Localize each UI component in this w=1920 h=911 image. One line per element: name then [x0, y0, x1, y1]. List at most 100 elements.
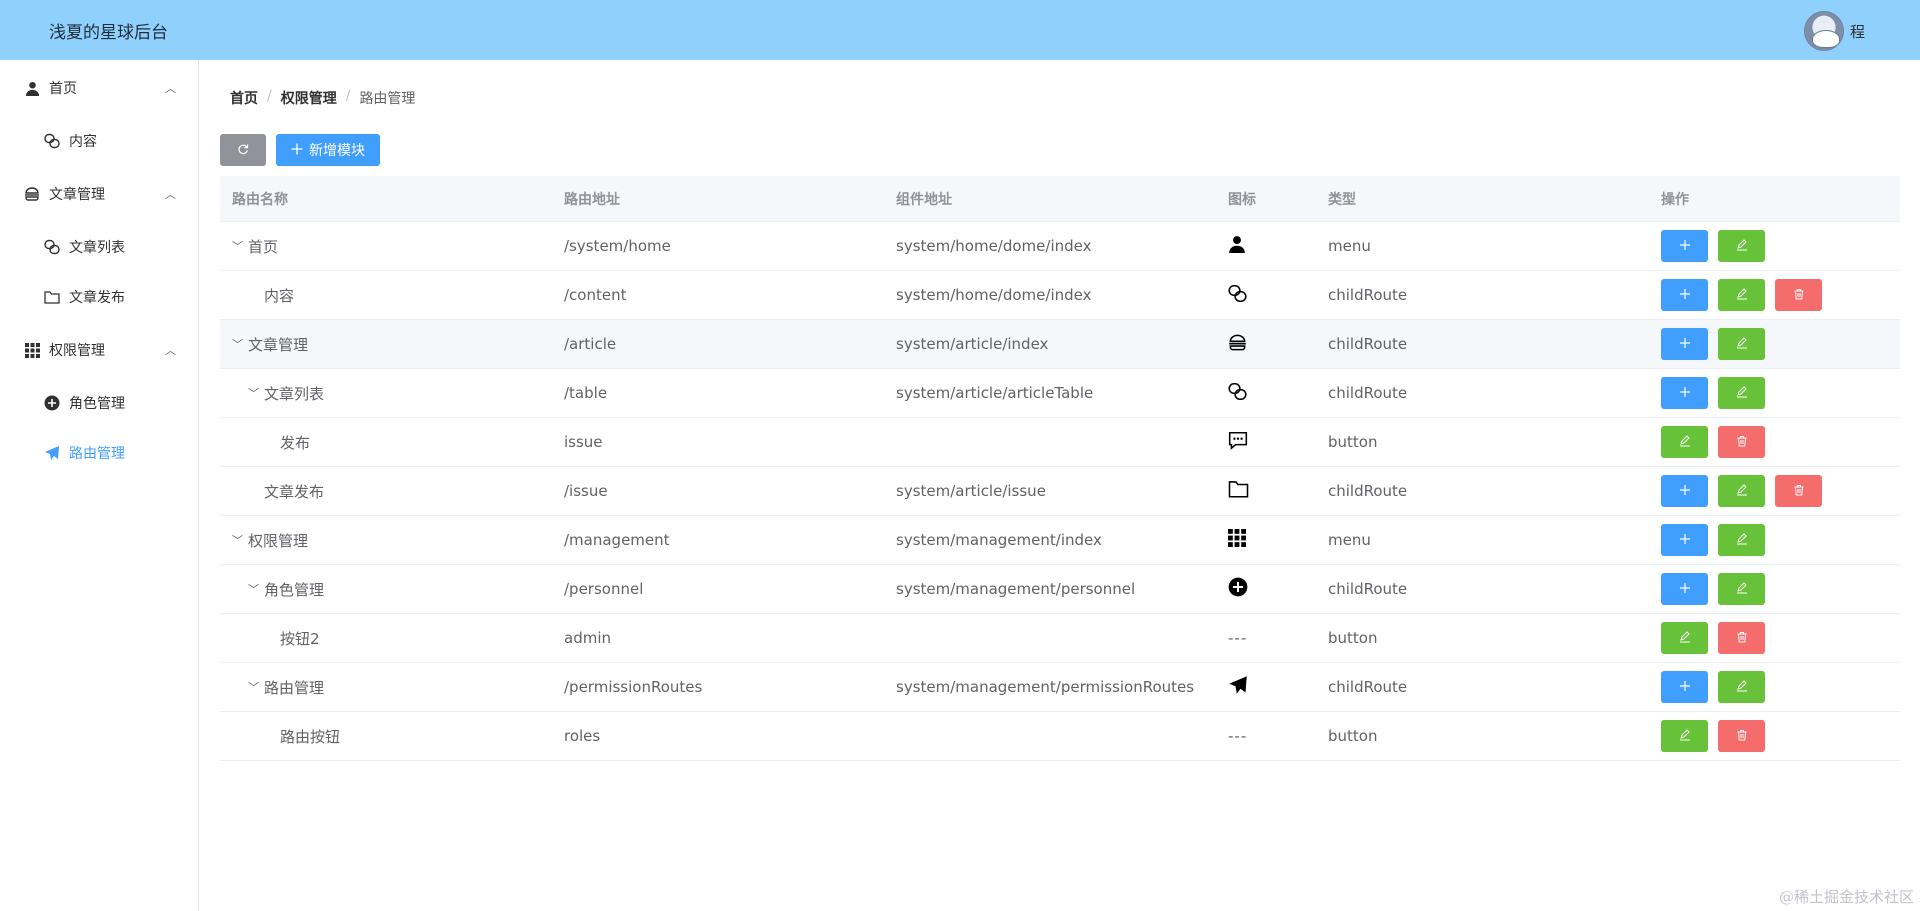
delete-button[interactable]: [1775, 279, 1822, 311]
edit-icon: [1736, 679, 1748, 695]
route-name-cell: 路由按钮: [220, 726, 552, 747]
route-type: button: [1328, 629, 1378, 647]
edit-icon: [1736, 483, 1748, 499]
table-row: 文章发布/issue system/article/issue childRoute: [220, 467, 1900, 516]
expand-icon[interactable]: ﹀: [248, 581, 264, 597]
route-name: 按钮2: [280, 629, 320, 648]
avatar[interactable]: [1803, 11, 1844, 51]
breadcrumb-item[interactable]: 权限管理: [281, 88, 337, 108]
sidebar-group-home[interactable]: 首页 ︿: [0, 63, 199, 113]
sidebar-item-label: 文章发布: [69, 290, 125, 306]
message-icon: [1228, 431, 1248, 454]
delete-icon: [1736, 729, 1748, 744]
add-module-label: 新增模块: [309, 142, 365, 158]
expand-icon[interactable]: ﹀: [232, 238, 248, 254]
add-child-button[interactable]: [1661, 671, 1708, 703]
sidebar-item-routes[interactable]: 路由管理: [0, 428, 199, 478]
edit-button[interactable]: [1718, 279, 1765, 311]
expand-icon[interactable]: ﹀: [232, 532, 248, 548]
component-path: system/article/index: [896, 335, 1049, 353]
column-header: 路由名称: [232, 191, 288, 208]
sidebar-item-content[interactable]: 内容: [0, 116, 199, 166]
toolbar: 新增模块: [220, 134, 380, 166]
delete-button[interactable]: [1718, 720, 1765, 752]
edit-icon: [1736, 581, 1748, 597]
delete-button[interactable]: [1718, 426, 1765, 458]
edit-icon: [1679, 434, 1691, 450]
edit-button[interactable]: [1718, 573, 1765, 605]
table-row: 内容/content system/home/dome/index childRou…: [220, 271, 1900, 320]
actions-cell: [1649, 671, 1900, 703]
route-type: childRoute: [1328, 384, 1408, 402]
route-path: /permissionRoutes: [564, 678, 703, 696]
breadcrumb-item[interactable]: 首页: [230, 88, 258, 108]
route-name-cell: ﹀ 权限管理: [220, 530, 552, 551]
edit-button[interactable]: [1718, 524, 1765, 556]
edit-icon: [1736, 336, 1748, 352]
sidebar-item-label: 路由管理: [69, 446, 125, 462]
user-name[interactable]: 程: [1850, 21, 1865, 42]
component-path: system/home/dome/index: [896, 286, 1092, 304]
sidebar-item-article-publish[interactable]: 文章发布: [0, 272, 199, 322]
route-name-cell: ﹀ 文章管理: [220, 334, 552, 355]
plus-circle-icon: [1228, 577, 1248, 601]
expand-icon[interactable]: ﹀: [248, 679, 264, 695]
add-child-button[interactable]: [1661, 279, 1708, 311]
table-row: ﹀ 路由管理/permissionRoutes system/management/…: [220, 663, 1900, 712]
user-icon: [1228, 235, 1246, 257]
actions-cell: [1649, 524, 1900, 556]
chevron-up-icon: ︿: [165, 82, 176, 95]
sidebar-item-label: 内容: [69, 134, 97, 150]
add-child-button[interactable]: [1661, 328, 1708, 360]
column-header: 路由地址: [564, 191, 620, 208]
edit-button[interactable]: [1661, 622, 1708, 654]
route-name: 首页: [248, 237, 279, 256]
edit-button[interactable]: [1661, 720, 1708, 752]
add-child-button[interactable]: [1661, 524, 1708, 556]
sidebar-item-label: 角色管理: [69, 396, 125, 412]
link-icon: [44, 133, 60, 149]
sidebar-group-articles[interactable]: 文章管理 ︿: [0, 169, 199, 219]
add-child-button[interactable]: [1661, 475, 1708, 507]
delete-icon: [1736, 631, 1748, 646]
component-path: system/management/index: [896, 531, 1102, 549]
table-row: ﹀ 权限管理/management system/management/index m…: [220, 516, 1900, 565]
route-type: button: [1328, 727, 1378, 745]
edit-button[interactable]: [1718, 328, 1765, 360]
delete-button[interactable]: [1775, 475, 1822, 507]
component-path: system/article/articleTable: [896, 384, 1094, 402]
sidebar-group-label: 权限管理: [49, 343, 105, 359]
edit-button[interactable]: [1718, 671, 1765, 703]
edit-icon: [1736, 287, 1748, 303]
chevron-up-icon: ︿: [165, 188, 176, 201]
actions-cell: [1649, 475, 1900, 507]
add-child-button[interactable]: [1661, 573, 1708, 605]
add-child-button[interactable]: [1661, 377, 1708, 409]
refresh-icon: [237, 143, 249, 158]
delete-button[interactable]: [1718, 622, 1765, 654]
edit-icon: [1736, 238, 1748, 254]
route-path: /personnel: [564, 580, 644, 598]
sidebar-item-article-list[interactable]: 文章列表: [0, 222, 199, 272]
add-child-button[interactable]: [1661, 230, 1708, 262]
main-content: 首页 / 权限管理 / 路由管理 新增模块 路由名称 路由地址 组件地址 图标 …: [200, 60, 1920, 911]
expand-icon[interactable]: ﹀: [248, 385, 264, 401]
refresh-button[interactable]: [220, 134, 266, 166]
add-module-button[interactable]: 新增模块: [276, 134, 380, 166]
route-path: admin: [564, 629, 611, 647]
edit-icon: [1679, 630, 1691, 646]
sidebar-item-roles[interactable]: 角色管理: [0, 378, 199, 428]
edit-button[interactable]: [1661, 426, 1708, 458]
sidebar-group-permissions[interactable]: 权限管理 ︿: [0, 325, 199, 375]
chevron-up-icon: ︿: [165, 344, 176, 357]
user-icon: [24, 80, 40, 96]
edit-button[interactable]: [1718, 377, 1765, 409]
sidebar-item-label: 文章列表: [69, 240, 125, 256]
edit-button[interactable]: [1718, 230, 1765, 262]
edit-button[interactable]: [1718, 475, 1765, 507]
route-type: childRoute: [1328, 482, 1408, 500]
route-path: /issue: [564, 482, 608, 500]
user-menu[interactable]: 程: [1803, 11, 1865, 51]
table-row: ﹀ 文章管理/article system/article/index childRo…: [220, 320, 1900, 369]
expand-icon[interactable]: ﹀: [232, 336, 248, 352]
